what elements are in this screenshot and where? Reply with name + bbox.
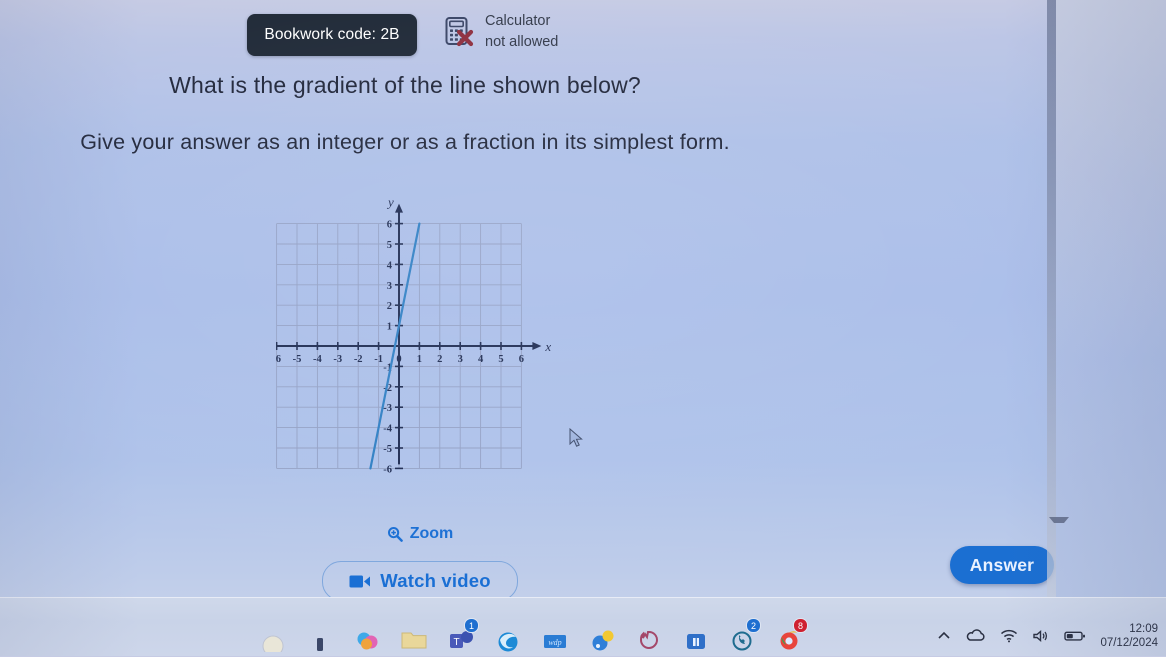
video-camera-icon — [349, 575, 371, 587]
taskbar-item-chrome-icon[interactable]: 8 — [775, 618, 808, 652]
svg-text:5: 5 — [387, 240, 392, 251]
taskbar-item-start-icon[interactable] — [258, 622, 288, 657]
taskbar-item-teams-icon[interactable]: T 1 — [446, 618, 479, 652]
taskbar-clock[interactable]: 12:09 07/12/2024 — [1100, 622, 1158, 650]
answer-label: Answer — [969, 554, 1035, 575]
svg-text:-6: -6 — [383, 464, 392, 475]
window-right-pane — [1056, 0, 1166, 598]
system-tray: 12:09 07/12/2024 — [936, 622, 1158, 650]
svg-text:1: 1 — [417, 354, 422, 365]
svg-text:2: 2 — [387, 301, 392, 312]
whatsapp-badge: 2 — [746, 618, 761, 633]
red-x-icon — [456, 29, 474, 47]
taskbar-item-file-explorer-icon[interactable] — [399, 622, 429, 652]
svg-text:0: 0 — [396, 354, 401, 365]
taskbar-item-firefox-icon[interactable] — [634, 622, 664, 652]
watch-video-button[interactable]: Watch video — [322, 561, 518, 601]
scroll-caret-icon[interactable] — [1049, 517, 1069, 531]
svg-text:wdp: wdp — [548, 638, 561, 647]
magnifier-plus-icon — [387, 527, 403, 542]
svg-text:6: 6 — [519, 354, 524, 365]
taskbar-item-paint-icon[interactable] — [587, 622, 617, 652]
svg-text:x: x — [544, 339, 551, 354]
svg-text:-6: -6 — [276, 354, 281, 365]
svg-text:-5: -5 — [293, 354, 302, 365]
calculator-icon — [445, 17, 474, 47]
svg-text:-3: -3 — [383, 403, 392, 414]
taskbar-item-search-icon[interactable] — [305, 622, 335, 652]
coordinate-graph: -6-5-4-3-2-10123456-6-5-4-3-2-1123456xy — [268, 195, 566, 488]
taskbar-app-icons: T 1 wdp 2 8 — [258, 618, 808, 657]
clock-time: 12:09 — [1129, 623, 1158, 635]
graph-svg: -6-5-4-3-2-10123456-6-5-4-3-2-1123456xy — [268, 195, 551, 475]
teams-badge: 1 — [464, 618, 479, 633]
zoom-button[interactable]: Zoom — [330, 521, 510, 547]
speaker-icon[interactable] — [1032, 629, 1050, 643]
calculator-label-line2: not allowed — [485, 34, 559, 50]
chrome-badge: 8 — [793, 618, 808, 633]
answer-button[interactable]: Answer — [950, 546, 1054, 584]
top-bar: Bookwork code: 2B Calculator not allowed — [0, 0, 1047, 62]
svg-text:6: 6 — [387, 220, 392, 231]
svg-text:-5: -5 — [383, 444, 392, 455]
mouse-cursor — [569, 428, 583, 447]
wifi-icon[interactable] — [1000, 629, 1018, 643]
svg-text:3: 3 — [387, 281, 392, 292]
windows-taskbar: T 1 wdp 2 8 12:09 07/12/2024 — [0, 597, 1166, 657]
calculator-not-allowed-icon — [443, 15, 477, 49]
question-line-1: What is the gradient of the line shown b… — [169, 72, 641, 98]
svg-text:2: 2 — [437, 354, 442, 365]
chevron-up-icon[interactable] — [936, 629, 952, 643]
cloud-icon[interactable] — [966, 629, 986, 643]
svg-text:4: 4 — [387, 260, 393, 271]
battery-icon[interactable] — [1064, 629, 1086, 643]
window-edge-shadow — [1047, 0, 1056, 598]
svg-text:5: 5 — [498, 354, 503, 365]
svg-text:4: 4 — [478, 354, 484, 365]
svg-text:-3: -3 — [333, 354, 342, 365]
clock-date: 07/12/2024 — [1100, 637, 1158, 649]
taskbar-item-whatsapp-icon[interactable]: 2 — [728, 618, 761, 652]
zoom-label: Zoom — [409, 525, 454, 542]
svg-text:-4: -4 — [313, 354, 322, 365]
svg-text:1: 1 — [387, 322, 392, 333]
bookwork-code-chip: Bookwork code: 2B — [247, 14, 417, 56]
svg-text:T: T — [453, 637, 459, 648]
watch-video-label: Watch video — [380, 570, 491, 591]
svg-text:-1: -1 — [374, 354, 383, 365]
svg-text:-4: -4 — [383, 424, 392, 435]
taskbar-item-notepad-icon[interactable]: wdp — [540, 622, 570, 652]
calculator-not-allowed-notice: Calculator not allowed — [443, 11, 558, 53]
taskbar-item-office-icon[interactable] — [681, 622, 711, 652]
bookwork-code-label: Bookwork code: 2B — [264, 26, 400, 43]
taskbar-item-edge-icon[interactable] — [493, 622, 523, 652]
svg-text:3: 3 — [458, 354, 463, 365]
question-line-2: Give your answer as an integer or as a f… — [80, 130, 730, 154]
calculator-label-line1: Calculator — [485, 13, 551, 29]
taskbar-item-photos-icon[interactable] — [352, 622, 382, 652]
svg-text:-2: -2 — [354, 354, 363, 365]
svg-text:y: y — [386, 198, 394, 210]
